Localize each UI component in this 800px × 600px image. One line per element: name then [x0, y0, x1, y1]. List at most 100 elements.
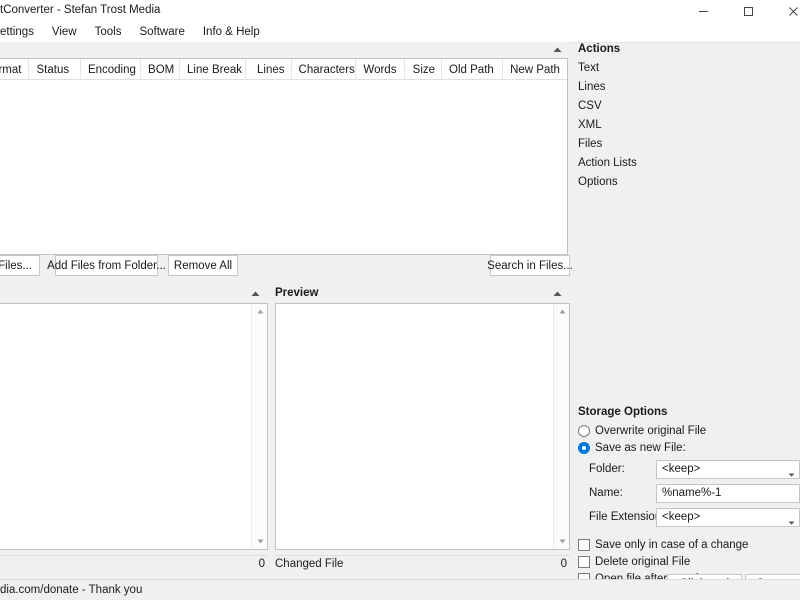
column-header-old-path[interactable]: Old Path [442, 59, 504, 80]
minimize-icon [699, 10, 708, 12]
name-label: Name: [589, 487, 623, 499]
preview-status-count: 0 [560, 558, 567, 570]
remove-all-button[interactable]: Remove All [168, 255, 238, 276]
radio-button-selected-icon [578, 441, 590, 454]
actions-panel: Actions Text Lines CSV XML Files Action … [578, 43, 800, 192]
original-text-content[interactable] [0, 304, 251, 549]
file-extension-value: <keep> [662, 511, 701, 523]
radio-save-new-label: Save as new File: [595, 441, 686, 454]
storage-options-heading: Storage Options [578, 406, 668, 418]
column-header-status[interactable]: Status [29, 59, 81, 80]
chevron-up-icon [251, 291, 259, 296]
column-header-new-path[interactable]: New Path [503, 59, 567, 80]
column-header-characters[interactable]: Characters [292, 59, 357, 80]
checkbox-save-only-on-change[interactable]: Save only in case of a change [578, 536, 800, 553]
folder-value: <keep> [662, 463, 701, 475]
checkbox-icon [578, 555, 590, 568]
close-icon [789, 6, 798, 16]
action-item-xml[interactable]: XML [578, 116, 800, 135]
menu-item-tools[interactable]: Tools [86, 23, 131, 41]
folder-label: Folder: [589, 463, 625, 475]
menu-item-settings[interactable]: ettings [0, 23, 43, 41]
original-pane-status: al File 0 [0, 555, 268, 570]
menu-item-software[interactable]: Software [130, 23, 193, 41]
preview-text-content[interactable] [276, 304, 553, 549]
file-extension-field-row: File Extension: <keep> [578, 506, 800, 528]
preview-pane-title: Preview [275, 287, 319, 299]
checkbox-delete-original-file[interactable]: Delete original File [578, 553, 800, 570]
folder-field-row: Folder: <keep> [578, 458, 800, 480]
action-item-action-lists[interactable]: Action Lists [578, 154, 800, 173]
storage-options-panel: Storage Options Overwrite original File … [578, 406, 800, 587]
original-text-area[interactable] [0, 303, 268, 550]
application-window: tConverter - Stefan Trost Media ettings … [0, 0, 800, 600]
preview-status-label: Changed File [275, 558, 344, 570]
name-field-row: Name: %name%-1 [578, 482, 800, 504]
action-item-lines[interactable]: Lines [578, 78, 800, 97]
close-button[interactable] [771, 0, 800, 22]
original-pane: al al File 0 [0, 285, 268, 570]
radio-overwrite-original-file[interactable]: Overwrite original File [578, 422, 800, 439]
file-extension-label: File Extension: [589, 511, 665, 523]
maximize-icon [744, 6, 753, 16]
checkbox-icon [578, 538, 590, 551]
column-header-line-break[interactable]: Line Break [180, 59, 246, 80]
file-action-buttons: ld Files... Add Files from Folder... Rem… [0, 255, 573, 277]
column-header-words[interactable]: Words [356, 59, 405, 80]
window-controls [681, 0, 800, 22]
status-bar: dia.com/donate - Thank you [0, 579, 800, 600]
radio-button-icon [578, 424, 590, 437]
file-list-body[interactable] [0, 80, 567, 254]
minimize-button[interactable] [681, 0, 726, 22]
column-header-bom[interactable]: BOM [141, 59, 181, 80]
menu-bar: ettings View Tools Software Info & Help [0, 22, 800, 43]
actions-heading: Actions [578, 43, 621, 55]
original-status-count: 0 [258, 558, 265, 570]
file-list-section: e Format Status Encoding BOM Line Break … [0, 42, 570, 274]
scroll-down-icon[interactable] [554, 534, 570, 549]
chevron-up-icon [553, 47, 561, 52]
file-list-table[interactable]: e Format Status Encoding BOM Line Break … [0, 58, 568, 255]
preview-pane: Preview Changed File 0 [275, 285, 570, 570]
preview-vertical-scrollbar[interactable] [553, 304, 569, 549]
action-item-csv[interactable]: CSV [578, 97, 800, 116]
name-input[interactable]: %name%-1 [656, 483, 800, 503]
search-in-files-button[interactable]: Search in Files... [487, 255, 573, 276]
column-header-size[interactable]: Size [405, 59, 443, 80]
add-files-button[interactable]: ld Files... [0, 255, 40, 276]
checkbox-save-only-on-change-label: Save only in case of a change [595, 538, 749, 551]
title-bar: tConverter - Stefan Trost Media [0, 0, 800, 23]
window-title: tConverter - Stefan Trost Media [0, 4, 161, 16]
scroll-down-icon[interactable] [252, 534, 268, 549]
action-item-text[interactable]: Text [578, 59, 800, 78]
add-files-from-folder-button[interactable]: Add Files from Folder... [47, 255, 166, 276]
menu-item-view[interactable]: View [43, 23, 86, 41]
chevron-up-icon [553, 291, 561, 296]
original-pane-collapse-button[interactable] [249, 289, 261, 299]
action-item-options[interactable]: Options [578, 173, 800, 192]
chevron-down-icon [788, 516, 795, 526]
folder-combobox[interactable]: <keep> [656, 459, 800, 479]
file-list-column-headers: e Format Status Encoding BOM Line Break … [0, 59, 567, 80]
action-item-files[interactable]: Files [578, 135, 800, 154]
file-extension-combobox[interactable]: <keep> [656, 507, 800, 527]
radio-overwrite-label: Overwrite original File [595, 424, 707, 437]
checkbox-delete-original-file-label: Delete original File [595, 555, 691, 568]
maximize-button[interactable] [726, 0, 771, 22]
name-value: %name%-1 [662, 487, 722, 499]
column-header-encoding[interactable]: Encoding [81, 59, 142, 80]
preview-pane-status: Changed File 0 [275, 555, 570, 570]
preview-pane-collapse-button[interactable] [551, 289, 563, 299]
file-list-collapse-button[interactable] [551, 45, 563, 55]
column-header-format[interactable]: Format [0, 59, 30, 80]
scroll-up-icon[interactable] [252, 304, 268, 319]
column-header-lines[interactable]: Lines [246, 59, 292, 80]
donate-link[interactable]: dia.com/donate - Thank you [0, 584, 142, 596]
chevron-down-icon [788, 468, 795, 478]
file-list-header [0, 42, 570, 58]
original-vertical-scrollbar[interactable] [251, 304, 267, 549]
scroll-up-icon[interactable] [554, 304, 570, 319]
preview-text-area[interactable] [275, 303, 570, 550]
radio-save-as-new-file[interactable]: Save as new File: [578, 439, 800, 456]
menu-item-info-help[interactable]: Info & Help [194, 23, 269, 41]
